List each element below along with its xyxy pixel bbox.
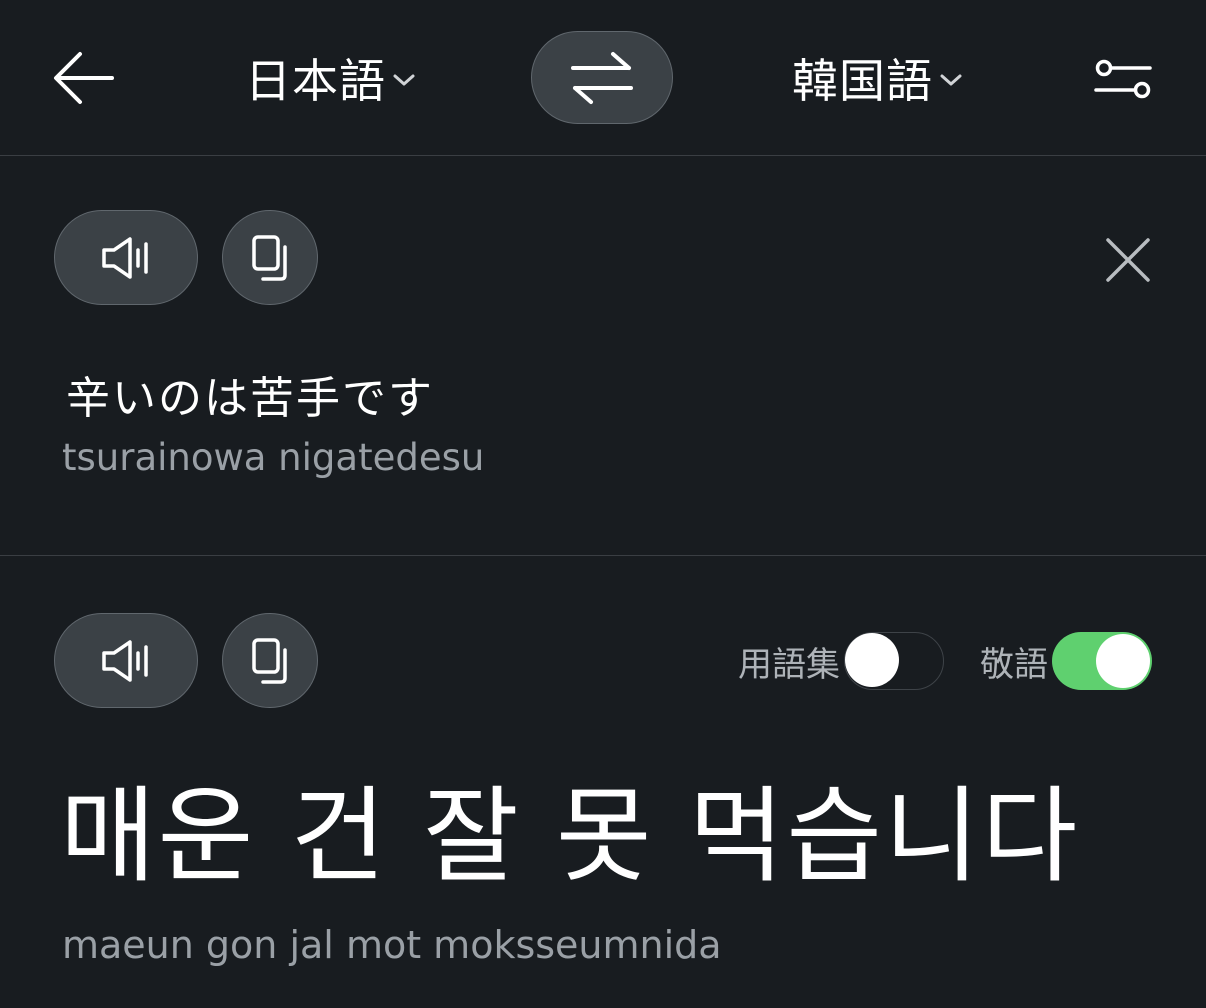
target-language-label: 韓国語 — [792, 54, 933, 108]
source-speak-button[interactable] — [54, 210, 198, 305]
translator-header: 日本語 韓国語 — [0, 0, 1206, 156]
speaker-icon — [102, 236, 148, 279]
glossary-toggle-group: 用語集 — [738, 631, 944, 691]
swap-languages-button[interactable] — [531, 31, 673, 124]
translation-speak-button[interactable] — [54, 613, 198, 708]
copy-icon — [252, 234, 287, 281]
clear-text-button[interactable] — [1104, 236, 1152, 284]
translation-text: 매운 건 잘 못 먹습니다 — [60, 775, 1080, 897]
chevron-down-icon — [393, 74, 415, 86]
source-copy-button[interactable] — [222, 210, 318, 305]
translation-copy-button[interactable] — [222, 613, 318, 708]
swap-arrows-icon — [571, 51, 633, 104]
source-text[interactable]: 辛いのは苦手です — [66, 362, 434, 426]
copy-icon — [252, 637, 287, 684]
source-romanization: tsurainowa nigatedesu — [62, 436, 485, 479]
sliders-icon — [1094, 59, 1152, 99]
glossary-toggle[interactable] — [844, 632, 944, 690]
speaker-icon — [102, 639, 148, 682]
chevron-down-icon — [940, 74, 962, 86]
glossary-label: 用語集 — [738, 644, 840, 685]
honorific-label: 敬語 — [980, 644, 1048, 685]
honorific-toggle[interactable] — [1052, 632, 1152, 690]
source-language-selector[interactable]: 日本語 — [245, 50, 416, 108]
honorific-toggle-group: 敬語 — [980, 631, 1152, 691]
toggle-knob — [1096, 634, 1150, 688]
target-language-selector[interactable]: 韓国語 — [792, 50, 963, 108]
translation-panel: 用語集 敬語 매운 건 잘 못 먹습니다 maeun gon jal mot m… — [0, 557, 1206, 1008]
translation-romanization: maeun gon jal mot moksseumnida — [62, 923, 722, 967]
arrow-left-icon — [54, 52, 114, 104]
source-language-label: 日本語 — [245, 54, 386, 108]
toggle-knob — [845, 633, 899, 687]
settings-button[interactable] — [1092, 54, 1154, 104]
close-icon — [1106, 238, 1150, 282]
back-button[interactable] — [50, 48, 116, 108]
source-panel: 辛いのは苦手です tsurainowa nigatedesu — [0, 157, 1206, 556]
